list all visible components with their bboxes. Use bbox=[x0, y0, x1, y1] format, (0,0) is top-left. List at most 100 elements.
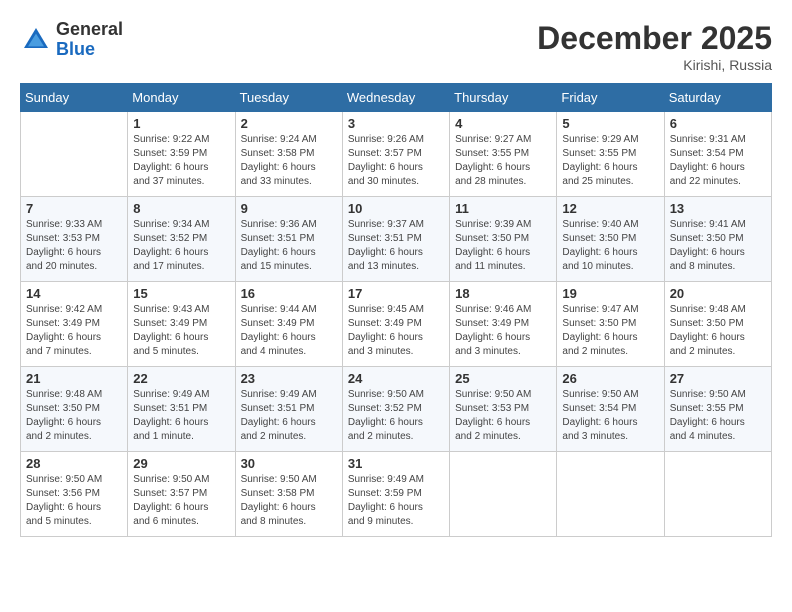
logo-general-text: General bbox=[56, 19, 123, 39]
day-info: Sunrise: 9:41 AMSunset: 3:50 PMDaylight:… bbox=[670, 218, 766, 274]
day-number: 28 bbox=[26, 456, 122, 471]
day-number: 22 bbox=[133, 371, 229, 386]
calendar-week-row: 28Sunrise: 9:50 AMSunset: 3:56 PMDayligh… bbox=[21, 452, 772, 537]
day-number: 17 bbox=[348, 286, 444, 301]
calendar-header: SundayMondayTuesdayWednesdayThursdayFrid… bbox=[21, 84, 772, 112]
day-info: Sunrise: 9:29 AMSunset: 3:55 PMDaylight:… bbox=[562, 133, 658, 189]
day-info: Sunrise: 9:49 AMSunset: 3:59 PMDaylight:… bbox=[348, 473, 444, 529]
day-info: Sunrise: 9:48 AMSunset: 3:50 PMDaylight:… bbox=[670, 303, 766, 359]
day-number: 3 bbox=[348, 116, 444, 131]
day-number: 25 bbox=[455, 371, 551, 386]
day-info: Sunrise: 9:43 AMSunset: 3:49 PMDaylight:… bbox=[133, 303, 229, 359]
day-info: Sunrise: 9:49 AMSunset: 3:51 PMDaylight:… bbox=[241, 388, 337, 444]
calendar-cell: 30 Sunrise: 9:50 AMSunset: 3:58 PMDayligh… bbox=[235, 452, 342, 537]
day-info: Sunrise: 9:34 AMSunset: 3:52 PMDaylight:… bbox=[133, 218, 229, 274]
day-number: 30 bbox=[241, 456, 337, 471]
day-number: 29 bbox=[133, 456, 229, 471]
weekday-header-saturday: Saturday bbox=[664, 84, 771, 112]
day-number: 8 bbox=[133, 201, 229, 216]
day-info: Sunrise: 9:50 AMSunset: 3:58 PMDaylight:… bbox=[241, 473, 337, 529]
calendar-cell: 21Sunrise: 9:48 AMSunset: 3:50 PMDayligh… bbox=[21, 367, 128, 452]
weekday-header-wednesday: Wednesday bbox=[342, 84, 449, 112]
day-number: 9 bbox=[241, 201, 337, 216]
day-info: Sunrise: 9:31 AMSunset: 3:54 PMDaylight:… bbox=[670, 133, 766, 189]
day-info: Sunrise: 9:42 AMSunset: 3:49 PMDaylight:… bbox=[26, 303, 122, 359]
calendar-week-row: 14 Sunrise: 9:42 AMSunset: 3:49 PMDayligh… bbox=[21, 282, 772, 367]
day-number: 1 bbox=[133, 116, 229, 131]
day-info: Sunrise: 9:27 AMSunset: 3:55 PMDaylight:… bbox=[455, 133, 551, 189]
day-number: 13 bbox=[670, 201, 766, 216]
day-number: 24 bbox=[348, 371, 444, 386]
calendar-cell: 24Sunrise: 9:50 AMSunset: 3:52 PMDayligh… bbox=[342, 367, 449, 452]
calendar-cell: 14 Sunrise: 9:42 AMSunset: 3:49 PMDayligh… bbox=[21, 282, 128, 367]
logo-text: General Blue bbox=[56, 20, 123, 60]
calendar-cell: 11Sunrise: 9:39 AMSunset: 3:50 PMDayligh… bbox=[450, 197, 557, 282]
logo: General Blue bbox=[20, 20, 123, 60]
calendar-cell: 31 Sunrise: 9:49 AMSunset: 3:59 PMDayligh… bbox=[342, 452, 449, 537]
calendar-cell: 9 Sunrise: 9:36 AMSunset: 3:51 PMDaylight… bbox=[235, 197, 342, 282]
day-number: 6 bbox=[670, 116, 766, 131]
page-header: General Blue December 2025 Kirishi, Russ… bbox=[20, 20, 772, 73]
day-info: Sunrise: 9:36 AMSunset: 3:51 PMDaylight:… bbox=[241, 218, 337, 274]
day-info: Sunrise: 9:44 AMSunset: 3:49 PMDaylight:… bbox=[241, 303, 337, 359]
calendar-cell: 28Sunrise: 9:50 AMSunset: 3:56 PMDayligh… bbox=[21, 452, 128, 537]
calendar-cell bbox=[557, 452, 664, 537]
calendar-cell: 7Sunrise: 9:33 AMSunset: 3:53 PMDaylight… bbox=[21, 197, 128, 282]
weekday-header-monday: Monday bbox=[128, 84, 235, 112]
calendar-cell: 17 Sunrise: 9:45 AMSunset: 3:49 PMDayligh… bbox=[342, 282, 449, 367]
calendar-cell: 3 Sunrise: 9:26 AMSunset: 3:57 PMDaylight… bbox=[342, 112, 449, 197]
day-info: Sunrise: 9:40 AMSunset: 3:50 PMDaylight:… bbox=[562, 218, 658, 274]
day-number: 10 bbox=[348, 201, 444, 216]
calendar-body: 1Sunrise: 9:22 AMSunset: 3:59 PMDaylight… bbox=[21, 112, 772, 537]
day-number: 20 bbox=[670, 286, 766, 301]
day-number: 19 bbox=[562, 286, 658, 301]
day-info: Sunrise: 9:50 AMSunset: 3:53 PMDaylight:… bbox=[455, 388, 551, 444]
day-number: 16 bbox=[241, 286, 337, 301]
day-number: 5 bbox=[562, 116, 658, 131]
calendar-cell: 27Sunrise: 9:50 AMSunset: 3:55 PMDayligh… bbox=[664, 367, 771, 452]
day-info: Sunrise: 9:39 AMSunset: 3:50 PMDaylight:… bbox=[455, 218, 551, 274]
day-info: Sunrise: 9:24 AMSunset: 3:58 PMDaylight:… bbox=[241, 133, 337, 189]
calendar-cell: 15 Sunrise: 9:43 AMSunset: 3:49 PMDayligh… bbox=[128, 282, 235, 367]
day-info: Sunrise: 9:50 AMSunset: 3:54 PMDaylight:… bbox=[562, 388, 658, 444]
day-info: Sunrise: 9:37 AMSunset: 3:51 PMDaylight:… bbox=[348, 218, 444, 274]
day-number: 23 bbox=[241, 371, 337, 386]
weekday-header-sunday: Sunday bbox=[21, 84, 128, 112]
day-number: 27 bbox=[670, 371, 766, 386]
month-title: December 2025 bbox=[537, 20, 772, 57]
calendar-cell bbox=[21, 112, 128, 197]
day-info: Sunrise: 9:45 AMSunset: 3:49 PMDaylight:… bbox=[348, 303, 444, 359]
day-info: Sunrise: 9:50 AMSunset: 3:57 PMDaylight:… bbox=[133, 473, 229, 529]
day-number: 15 bbox=[133, 286, 229, 301]
calendar-cell: 19 Sunrise: 9:47 AMSunset: 3:50 PMDayligh… bbox=[557, 282, 664, 367]
day-info: Sunrise: 9:48 AMSunset: 3:50 PMDaylight:… bbox=[26, 388, 122, 444]
calendar-cell bbox=[664, 452, 771, 537]
calendar-cell: 6 Sunrise: 9:31 AMSunset: 3:54 PMDaylight… bbox=[664, 112, 771, 197]
day-info: Sunrise: 9:26 AMSunset: 3:57 PMDaylight:… bbox=[348, 133, 444, 189]
day-number: 31 bbox=[348, 456, 444, 471]
calendar-cell: 23 Sunrise: 9:49 AMSunset: 3:51 PMDayligh… bbox=[235, 367, 342, 452]
calendar-cell: 29 Sunrise: 9:50 AMSunset: 3:57 PMDayligh… bbox=[128, 452, 235, 537]
weekday-header-tuesday: Tuesday bbox=[235, 84, 342, 112]
calendar-cell: 4Sunrise: 9:27 AMSunset: 3:55 PMDaylight… bbox=[450, 112, 557, 197]
day-number: 18 bbox=[455, 286, 551, 301]
calendar-cell: 8 Sunrise: 9:34 AMSunset: 3:52 PMDaylight… bbox=[128, 197, 235, 282]
weekday-header-thursday: Thursday bbox=[450, 84, 557, 112]
title-block: December 2025 Kirishi, Russia bbox=[537, 20, 772, 73]
weekday-header-row: SundayMondayTuesdayWednesdayThursdayFrid… bbox=[21, 84, 772, 112]
calendar-cell: 2 Sunrise: 9:24 AMSunset: 3:58 PMDaylight… bbox=[235, 112, 342, 197]
calendar-cell: 20 Sunrise: 9:48 AMSunset: 3:50 PMDayligh… bbox=[664, 282, 771, 367]
calendar-cell bbox=[450, 452, 557, 537]
calendar-cell: 12Sunrise: 9:40 AMSunset: 3:50 PMDayligh… bbox=[557, 197, 664, 282]
day-info: Sunrise: 9:46 AMSunset: 3:49 PMDaylight:… bbox=[455, 303, 551, 359]
calendar-table: SundayMondayTuesdayWednesdayThursdayFrid… bbox=[20, 83, 772, 537]
calendar-cell: 26Sunrise: 9:50 AMSunset: 3:54 PMDayligh… bbox=[557, 367, 664, 452]
calendar-cell: 25 Sunrise: 9:50 AMSunset: 3:53 PMDayligh… bbox=[450, 367, 557, 452]
calendar-cell: 18 Sunrise: 9:46 AMSunset: 3:49 PMDayligh… bbox=[450, 282, 557, 367]
day-info: Sunrise: 9:47 AMSunset: 3:50 PMDaylight:… bbox=[562, 303, 658, 359]
logo-icon bbox=[20, 24, 52, 56]
day-number: 2 bbox=[241, 116, 337, 131]
day-number: 14 bbox=[26, 286, 122, 301]
calendar-cell: 16 Sunrise: 9:44 AMSunset: 3:49 PMDayligh… bbox=[235, 282, 342, 367]
day-number: 7 bbox=[26, 201, 122, 216]
